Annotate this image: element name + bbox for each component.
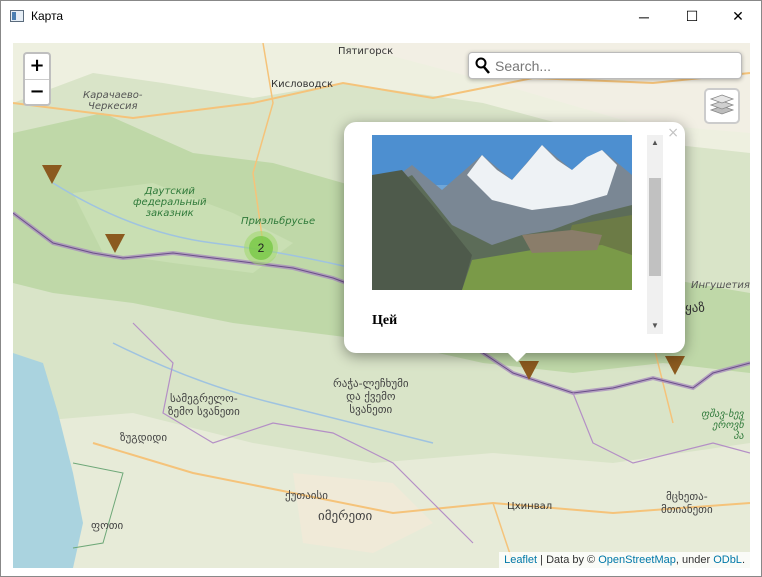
minimize-button[interactable]: ─ (621, 1, 667, 32)
cluster-count: 2 (249, 236, 273, 260)
leaflet-link[interactable]: Leaflet (504, 554, 537, 566)
map-label-karachay: Карачаево- Черкесия (83, 90, 143, 112)
map-marker[interactable] (42, 165, 62, 184)
attribution-separator: | Data by © (537, 554, 599, 566)
layers-button[interactable] (704, 88, 740, 124)
map-marker[interactable] (105, 234, 125, 253)
layers-icon (709, 92, 735, 121)
map-label-zugdidi: ზუგდიდი (120, 431, 168, 444)
title-bar[interactable]: Карта ─ ☐ ✕ (1, 1, 761, 32)
attribution-end: . (741, 554, 745, 566)
map-attribution: Leaflet | Data by © OpenStreetMap, under… (499, 552, 750, 568)
map-label-mtskheta: მცხეთა- მთიანეთი (661, 490, 713, 516)
map-label-pyatigorsk: Пятигорск (338, 46, 394, 57)
app-window: Карта ─ ☐ ✕ Пятигорск Кисловодск Карачае… (0, 0, 762, 577)
map-label-kutaisi: ქუთაისი (285, 489, 328, 502)
map-label-prielbrusye: Приэльбрусье (241, 216, 316, 227)
maximize-button[interactable]: ☐ (669, 1, 715, 32)
map-label-kislovodsk: Кисловодск (271, 79, 334, 90)
zoom-in-button[interactable]: + (25, 54, 49, 79)
map-view[interactable]: Пятигорск Кисловодск Карачаево- Черкесия… (13, 43, 750, 568)
scroll-thumb[interactable] (649, 178, 661, 276)
popup-title: Цей (372, 313, 398, 328)
marker-cluster[interactable]: 2 (244, 231, 278, 265)
map-marker[interactable] (519, 361, 539, 380)
marker-popup: × Цей ▲ ▼ (344, 122, 685, 353)
map-label-ingushetia: Ингушетия (691, 280, 750, 291)
scroll-up-arrow[interactable]: ▲ (647, 135, 663, 151)
attribution-under: , under (675, 554, 714, 566)
map-label-ka-green: ფშავ-ხევ ეროვნ პა (701, 409, 744, 442)
zoom-out-button[interactable]: − (25, 79, 49, 104)
osm-link[interactable]: OpenStreetMap (598, 554, 676, 566)
scroll-down-arrow[interactable]: ▼ (647, 318, 663, 334)
map-label-imereti: იმერეთი (318, 509, 373, 524)
app-icon (10, 10, 24, 22)
window-title: Карта (31, 9, 64, 23)
popup-tip (507, 352, 527, 362)
map-label-tskhinval: Цхинвал (507, 501, 553, 512)
map-marker[interactable] (665, 356, 685, 375)
map-label-dautsky: Даутский федеральный заказник (133, 186, 207, 219)
popup-scrollbar[interactable]: ▲ ▼ (647, 135, 663, 334)
map-label-racha: რაჭა-ლეჩხუმი და ქვემო სვანეთი (333, 377, 409, 416)
popup-close-button[interactable]: × (667, 125, 679, 141)
search-box (468, 52, 742, 79)
popup-photo (372, 135, 632, 290)
search-input[interactable] (495, 56, 735, 76)
close-button[interactable]: ✕ (715, 1, 761, 32)
search-icon[interactable] (475, 57, 491, 80)
zoom-control: + − (23, 52, 51, 106)
map-label-samegrelo: სამეგრელო- ზემო სვანეთი (168, 392, 240, 418)
map-label-poti: ფოთი (91, 519, 124, 532)
odbl-link[interactable]: ODbL (713, 554, 742, 566)
map-label-ka-east: ყაზ (685, 301, 705, 316)
